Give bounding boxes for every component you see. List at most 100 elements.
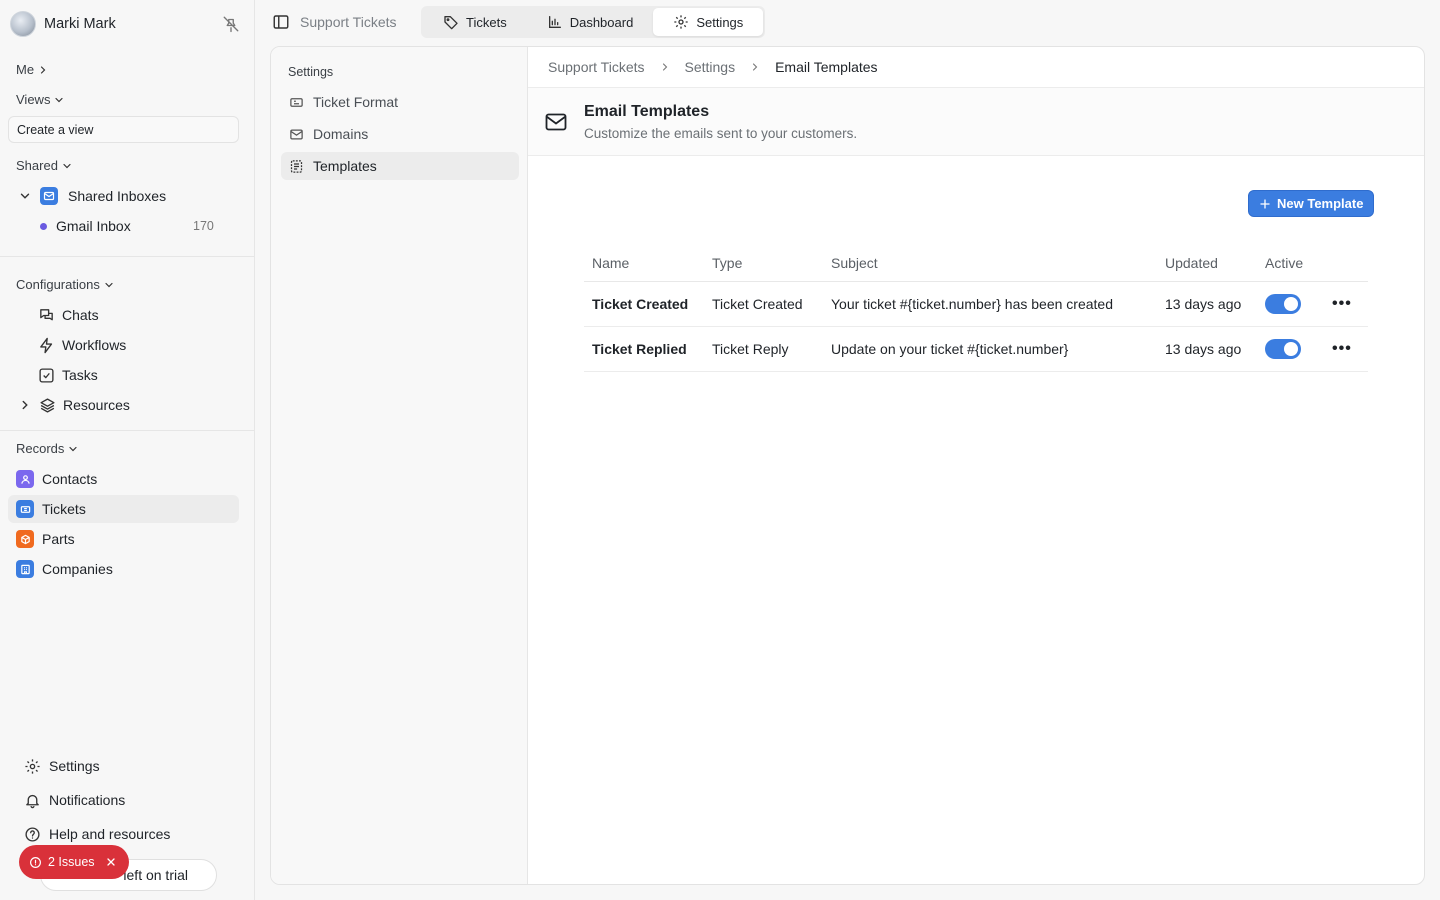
sidebar-item-resources[interactable]: Resources bbox=[16, 391, 130, 419]
templates-table: Name Type Subject Updated Active Ticket … bbox=[584, 245, 1368, 372]
column-header-name[interactable]: Name bbox=[584, 245, 704, 282]
mail-icon bbox=[289, 127, 304, 142]
table-row[interactable]: Ticket Created Ticket Created Your ticke… bbox=[584, 281, 1368, 327]
table-header-row: Name Type Subject Updated Active bbox=[584, 245, 1368, 282]
workflows-icon bbox=[37, 336, 55, 354]
breadcrumb-email-templates: Email Templates bbox=[775, 59, 878, 75]
tab-tickets[interactable]: Tickets bbox=[423, 8, 527, 36]
settings-nav-domains[interactable]: Domains bbox=[281, 120, 519, 148]
chevron-down-icon bbox=[103, 279, 115, 291]
settings-nav-title: Settings bbox=[288, 65, 334, 79]
settings-nav-label: Templates bbox=[313, 158, 377, 174]
sidebar: Marki Mark Me Views Create a view Shared… bbox=[0, 0, 255, 900]
sidebar-toggle-icon[interactable] bbox=[272, 13, 290, 31]
sidebar-item-gmail-inbox[interactable]: Gmail Inbox 170 bbox=[40, 212, 240, 240]
sidebar-item-help[interactable]: Help and resources bbox=[23, 820, 170, 848]
trial-label: left on trial bbox=[123, 867, 188, 883]
tab-label: Tickets bbox=[466, 14, 507, 30]
status-dot bbox=[40, 222, 47, 230]
divider bbox=[0, 256, 254, 257]
chats-icon bbox=[37, 306, 55, 324]
me-section-toggle[interactable]: Me bbox=[16, 62, 49, 77]
sidebar-item-companies[interactable]: Companies bbox=[16, 555, 238, 583]
sidebar-item-chats[interactable]: Chats bbox=[37, 301, 99, 329]
sidebar-item-tickets[interactable]: Tickets bbox=[8, 495, 239, 523]
breadcrumb-settings[interactable]: Settings bbox=[685, 59, 736, 75]
settings-nav: Settings Ticket Format Domains Templates bbox=[271, 47, 528, 884]
template-name[interactable]: Ticket Created bbox=[584, 281, 704, 327]
template-updated: 13 days ago bbox=[1157, 281, 1257, 327]
sidebar-item-settings[interactable]: Settings bbox=[23, 752, 100, 780]
active-cell bbox=[1257, 326, 1324, 372]
plus-icon bbox=[1259, 198, 1271, 210]
chevron-down-icon[interactable] bbox=[16, 187, 34, 205]
views-label: Views bbox=[16, 92, 51, 107]
settings-nav-ticket-format[interactable]: Ticket Format bbox=[281, 88, 519, 116]
chevron-right-icon[interactable] bbox=[16, 396, 34, 414]
new-template-button[interactable]: New Template bbox=[1248, 190, 1375, 217]
active-cell bbox=[1257, 281, 1324, 327]
resources-icon bbox=[38, 396, 56, 414]
sidebar-item-label: Chats bbox=[62, 307, 99, 323]
tab-dashboard[interactable]: Dashboard bbox=[527, 8, 654, 36]
active-toggle[interactable] bbox=[1265, 338, 1301, 359]
sidebar-item-parts[interactable]: Parts bbox=[16, 525, 238, 553]
settings-nav-templates[interactable]: Templates bbox=[281, 152, 519, 180]
table-row[interactable]: Ticket Replied Ticket Reply Update on yo… bbox=[584, 326, 1368, 372]
sidebar-item-label: Tasks bbox=[62, 367, 98, 383]
parts-icon bbox=[16, 530, 34, 548]
shared-section-toggle[interactable]: Shared bbox=[16, 158, 73, 173]
user-menu[interactable]: Marki Mark bbox=[10, 10, 242, 38]
settings-nav-label: Ticket Format bbox=[313, 94, 399, 110]
more-options-icon[interactable]: ••• bbox=[1332, 295, 1352, 312]
pin-icon[interactable] bbox=[222, 15, 240, 33]
new-template-label: New Template bbox=[1277, 196, 1364, 211]
tab-settings[interactable]: Settings bbox=[653, 8, 764, 36]
breadcrumb-support-tickets[interactable]: Support Tickets bbox=[548, 59, 645, 75]
alert-circle-icon bbox=[29, 856, 42, 869]
sidebar-item-label: Resources bbox=[63, 397, 130, 413]
ticket-icon bbox=[289, 95, 304, 110]
chevron-down-icon bbox=[67, 443, 79, 455]
user-name: Marki Mark bbox=[44, 16, 116, 32]
tickets-icon bbox=[16, 500, 34, 518]
sidebar-item-contacts[interactable]: Contacts bbox=[16, 465, 238, 493]
configurations-section-toggle[interactable]: Configurations bbox=[16, 277, 115, 292]
chevron-down-icon bbox=[53, 94, 65, 106]
sidebar-item-tasks[interactable]: Tasks bbox=[37, 361, 98, 389]
column-header-active[interactable]: Active bbox=[1257, 245, 1324, 282]
template-subject: Update on your ticket #{ticket.number} bbox=[823, 326, 1157, 372]
page-heading: Email Templates bbox=[584, 103, 710, 120]
actions-cell: ••• bbox=[1324, 281, 1368, 327]
column-header-subject[interactable]: Subject bbox=[823, 245, 1157, 282]
sidebar-item-label: Parts bbox=[42, 531, 75, 547]
content-area: Support Tickets Settings Email Templates… bbox=[528, 47, 1424, 884]
toggle-knob bbox=[1284, 341, 1298, 356]
records-section-toggle[interactable]: Records bbox=[16, 441, 79, 456]
sidebar-item-label: Contacts bbox=[42, 471, 98, 487]
divider bbox=[0, 430, 254, 431]
companies-icon bbox=[16, 560, 34, 578]
create-view-button[interactable]: Create a view bbox=[8, 116, 239, 143]
chevron-right-icon bbox=[659, 61, 671, 73]
views-section-toggle[interactable]: Views bbox=[16, 92, 65, 107]
close-icon[interactable] bbox=[105, 856, 117, 868]
active-toggle[interactable] bbox=[1265, 293, 1301, 314]
template-name[interactable]: Ticket Replied bbox=[584, 326, 704, 372]
records-label: Records bbox=[16, 441, 65, 456]
template-icon bbox=[289, 159, 304, 174]
issues-badge[interactable]: 2 Issues bbox=[19, 845, 129, 879]
sidebar-item-label: Workflows bbox=[62, 337, 127, 353]
sidebar-item-notifications[interactable]: Notifications bbox=[23, 786, 125, 814]
breadcrumb: Support Tickets Settings Email Templates bbox=[548, 59, 878, 75]
bell-icon bbox=[23, 791, 41, 809]
more-options-icon[interactable]: ••• bbox=[1332, 340, 1352, 357]
mail-icon bbox=[544, 110, 568, 134]
gear-icon bbox=[23, 757, 41, 775]
column-header-updated[interactable]: Updated bbox=[1157, 245, 1257, 282]
sidebar-item-workflows[interactable]: Workflows bbox=[37, 331, 126, 359]
sidebar-item-shared-inboxes[interactable]: Shared Inboxes bbox=[16, 182, 166, 210]
sidebar-item-label: Tickets bbox=[42, 501, 86, 517]
column-header-type[interactable]: Type bbox=[704, 245, 823, 282]
sidebar-item-label: Gmail Inbox bbox=[56, 218, 131, 234]
